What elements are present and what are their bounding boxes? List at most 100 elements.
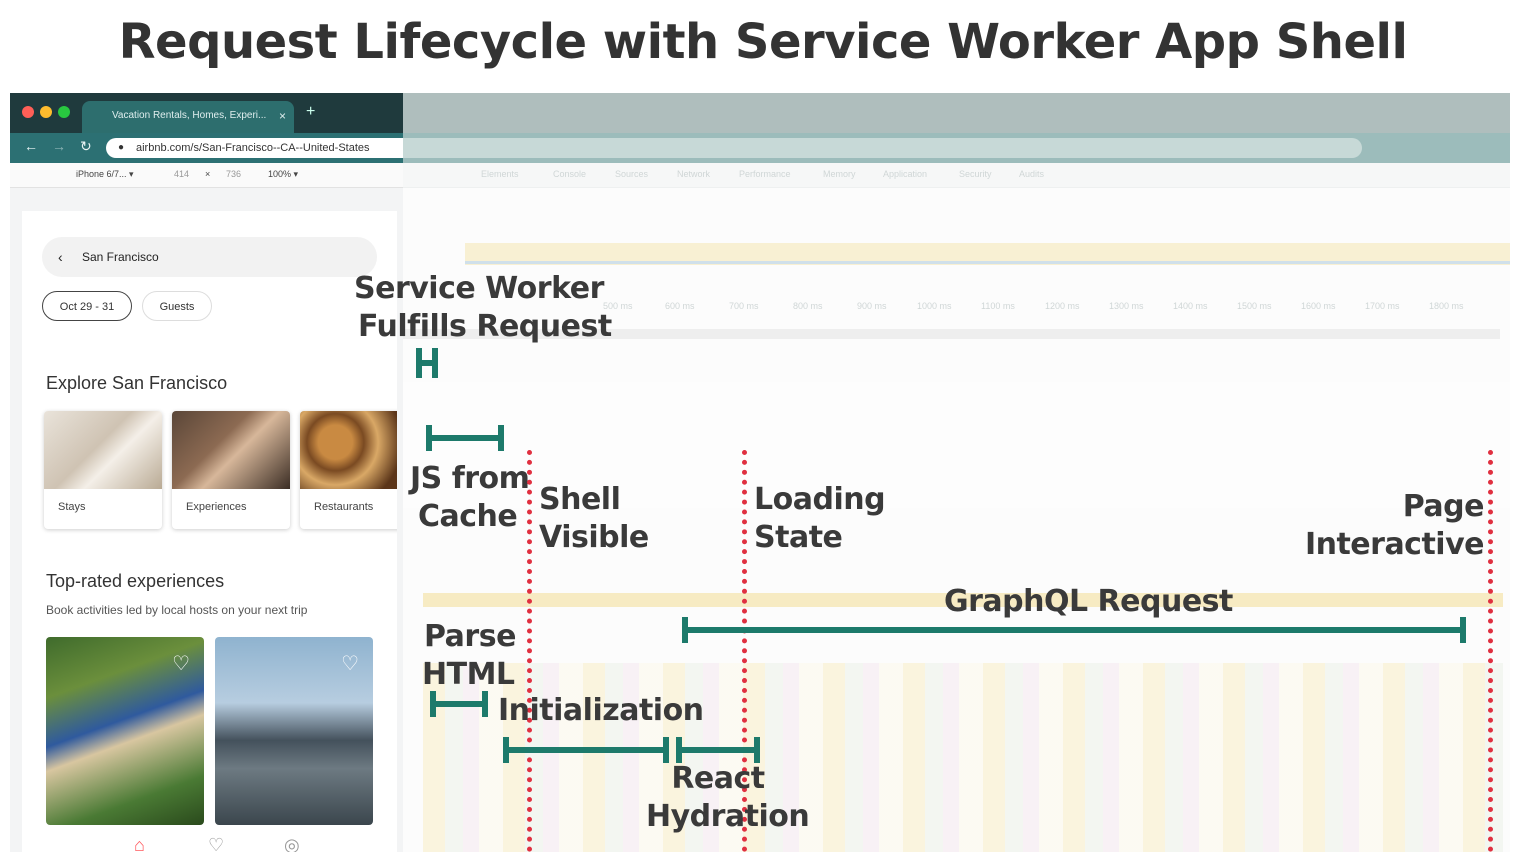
service-worker-marker	[416, 348, 438, 378]
reload-icon[interactable]: ↻	[80, 138, 92, 155]
devtools-tab[interactable]: Audits	[1019, 169, 1044, 179]
annotation-line: Page	[1402, 489, 1485, 524]
category-card-stays[interactable]: Stays	[44, 411, 162, 529]
ruler-tick: 1300 ms	[1109, 301, 1144, 311]
react-hydration-bracket	[676, 737, 760, 763]
search-location: San Francisco	[82, 250, 159, 264]
annotation-js-cache: JS from Cache	[410, 460, 530, 536]
device-width[interactable]: 414	[174, 169, 189, 179]
devtools-tab[interactable]: Console	[553, 169, 586, 179]
annotation-line: Loading	[754, 482, 886, 517]
annotation-line: Visible	[539, 520, 649, 555]
ruler-tick: 1800 ms	[1429, 301, 1464, 311]
back-icon[interactable]: ←	[24, 138, 38, 154]
airbnb-logo-icon[interactable]: ⌂	[134, 835, 145, 852]
heart-icon[interactable]: ♡	[341, 651, 359, 676]
device-select[interactable]: iPhone 6/7... ▾	[76, 169, 134, 180]
ruler-tick: 1600 ms	[1301, 301, 1336, 311]
ruler-tick: 1700 ms	[1365, 301, 1400, 311]
overview-network-lane	[465, 261, 1510, 264]
devtools-tab[interactable]: Elements	[481, 169, 519, 179]
devtools-tab[interactable]: Security	[959, 169, 992, 179]
graphql-bracket	[682, 617, 1466, 643]
annotation-parse-html: Parse HTML	[422, 618, 516, 694]
annotation-loading-state: Loading State	[754, 481, 886, 557]
ruler-tick: 1000 ms	[917, 301, 952, 311]
devtools-tab[interactable]: Performance	[739, 169, 791, 179]
experience-photo-mosaic-stairs[interactable]: ♡	[46, 637, 204, 825]
ruler-tick: 1400 ms	[1173, 301, 1208, 311]
stays-image	[44, 411, 162, 489]
annotation-line: Cache	[418, 499, 518, 534]
ruler-tick: 1500 ms	[1237, 301, 1272, 311]
annotation-line: Shell	[539, 482, 621, 517]
new-tab-button[interactable]: +	[306, 103, 315, 121]
category-label: Experiences	[186, 501, 247, 513]
annotation-graphql: GraphQL Request	[944, 584, 1233, 619]
zoom-select[interactable]: 100% ▾	[268, 169, 298, 180]
restaurants-image	[300, 411, 397, 489]
annotation-line: JS from	[410, 461, 530, 496]
category-label: Restaurants	[314, 501, 374, 513]
ruler-tick: 700 ms	[729, 301, 759, 311]
category-label: Stays	[58, 501, 86, 513]
initialization-bracket	[503, 737, 669, 763]
dates-chip[interactable]: Oct 29 - 31	[42, 291, 132, 321]
devtools-tab[interactable]: Network	[677, 169, 710, 179]
annotation-line: HTML	[422, 657, 515, 692]
annotation-page-interactive: Page Interactive	[1300, 488, 1485, 564]
devtools-tab[interactable]: Sources	[615, 169, 648, 179]
parse-html-bracket	[430, 691, 488, 717]
devtools-tabbar: Elements Console Sources Network Perform…	[403, 163, 1510, 188]
ruler-tick: 600 ms	[665, 301, 695, 311]
mobile-viewport: ‹ San Francisco Oct 29 - 31 Guests Explo…	[22, 211, 397, 852]
experiences-image	[172, 411, 290, 489]
category-card-experiences[interactable]: Experiences	[172, 411, 290, 529]
explore-title: Explore San Francisco	[46, 373, 228, 393]
ruler-tick: 800 ms	[793, 301, 823, 311]
browser-tab[interactable]: Vacation Rentals, Homes, Experi... ×	[82, 101, 294, 133]
tab-bar: Vacation Rentals, Homes, Experi... × +	[10, 93, 1510, 133]
forward-icon[interactable]: →	[52, 138, 66, 154]
annotation-line: Interactive	[1304, 527, 1485, 562]
category-card-restaurants[interactable]: Restaurants	[300, 411, 397, 529]
device-height[interactable]: 736	[226, 169, 241, 179]
close-window-button[interactable]	[22, 106, 34, 118]
annotation-react-hydration: React Hydration	[646, 760, 810, 836]
browser-window: Vacation Rentals, Homes, Experi... × + ←…	[10, 93, 1510, 852]
saved-heart-icon[interactable]: ♡	[208, 835, 224, 852]
annotation-line: React	[671, 761, 765, 796]
heart-icon[interactable]: ♡	[172, 651, 190, 676]
shell-visible-marker	[527, 450, 532, 852]
url-text: airbnb.com/s/San-Francisco--CA--United-S…	[136, 142, 370, 154]
annotation-initialization: Initialization	[498, 693, 704, 728]
guests-chip[interactable]: Guests	[142, 291, 212, 321]
devtools-tab[interactable]: Application	[883, 169, 927, 179]
maximize-window-button[interactable]	[58, 106, 70, 118]
toprated-title: Top-rated experiences	[46, 571, 225, 591]
devtools-tab[interactable]: Memory	[823, 169, 856, 179]
ruler-tick: 1200 ms	[1045, 301, 1080, 311]
tabbar-overlay	[403, 93, 1510, 133]
back-chevron-icon[interactable]: ‹	[58, 237, 63, 277]
tab-title: Vacation Rentals, Homes, Experi...	[112, 110, 267, 121]
lock-icon: ●	[118, 142, 125, 153]
urlbar-overlay	[403, 133, 1510, 163]
annotation-shell-visible: Shell Visible	[539, 481, 649, 557]
minimize-window-button[interactable]	[40, 106, 52, 118]
slide-title: Request Lifecycle with Service Worker Ap…	[118, 14, 1408, 70]
annotation-line: Fulfills Request	[358, 309, 612, 344]
search-pill[interactable]: ‹ San Francisco	[42, 237, 377, 277]
experience-photo-paddleboard[interactable]: ♡	[215, 637, 373, 825]
annotation-line: Service Worker	[354, 271, 604, 306]
js-cache-bracket	[426, 425, 504, 451]
ruler-tick: 900 ms	[857, 301, 887, 311]
annotation-line: Parse	[424, 619, 516, 654]
inbox-icon[interactable]: ◎	[284, 835, 300, 852]
annotation-line: State	[754, 520, 843, 555]
annotation-service-worker: Service Worker Fulfills Request	[354, 270, 612, 346]
page-interactive-marker	[1488, 450, 1493, 852]
tab-close-icon[interactable]: ×	[279, 101, 286, 131]
toprated-subtitle: Book activities led by local hosts on yo…	[46, 603, 308, 617]
device-toolbar: iPhone 6/7... ▾ 414 × 736 100% ▾	[10, 163, 403, 188]
